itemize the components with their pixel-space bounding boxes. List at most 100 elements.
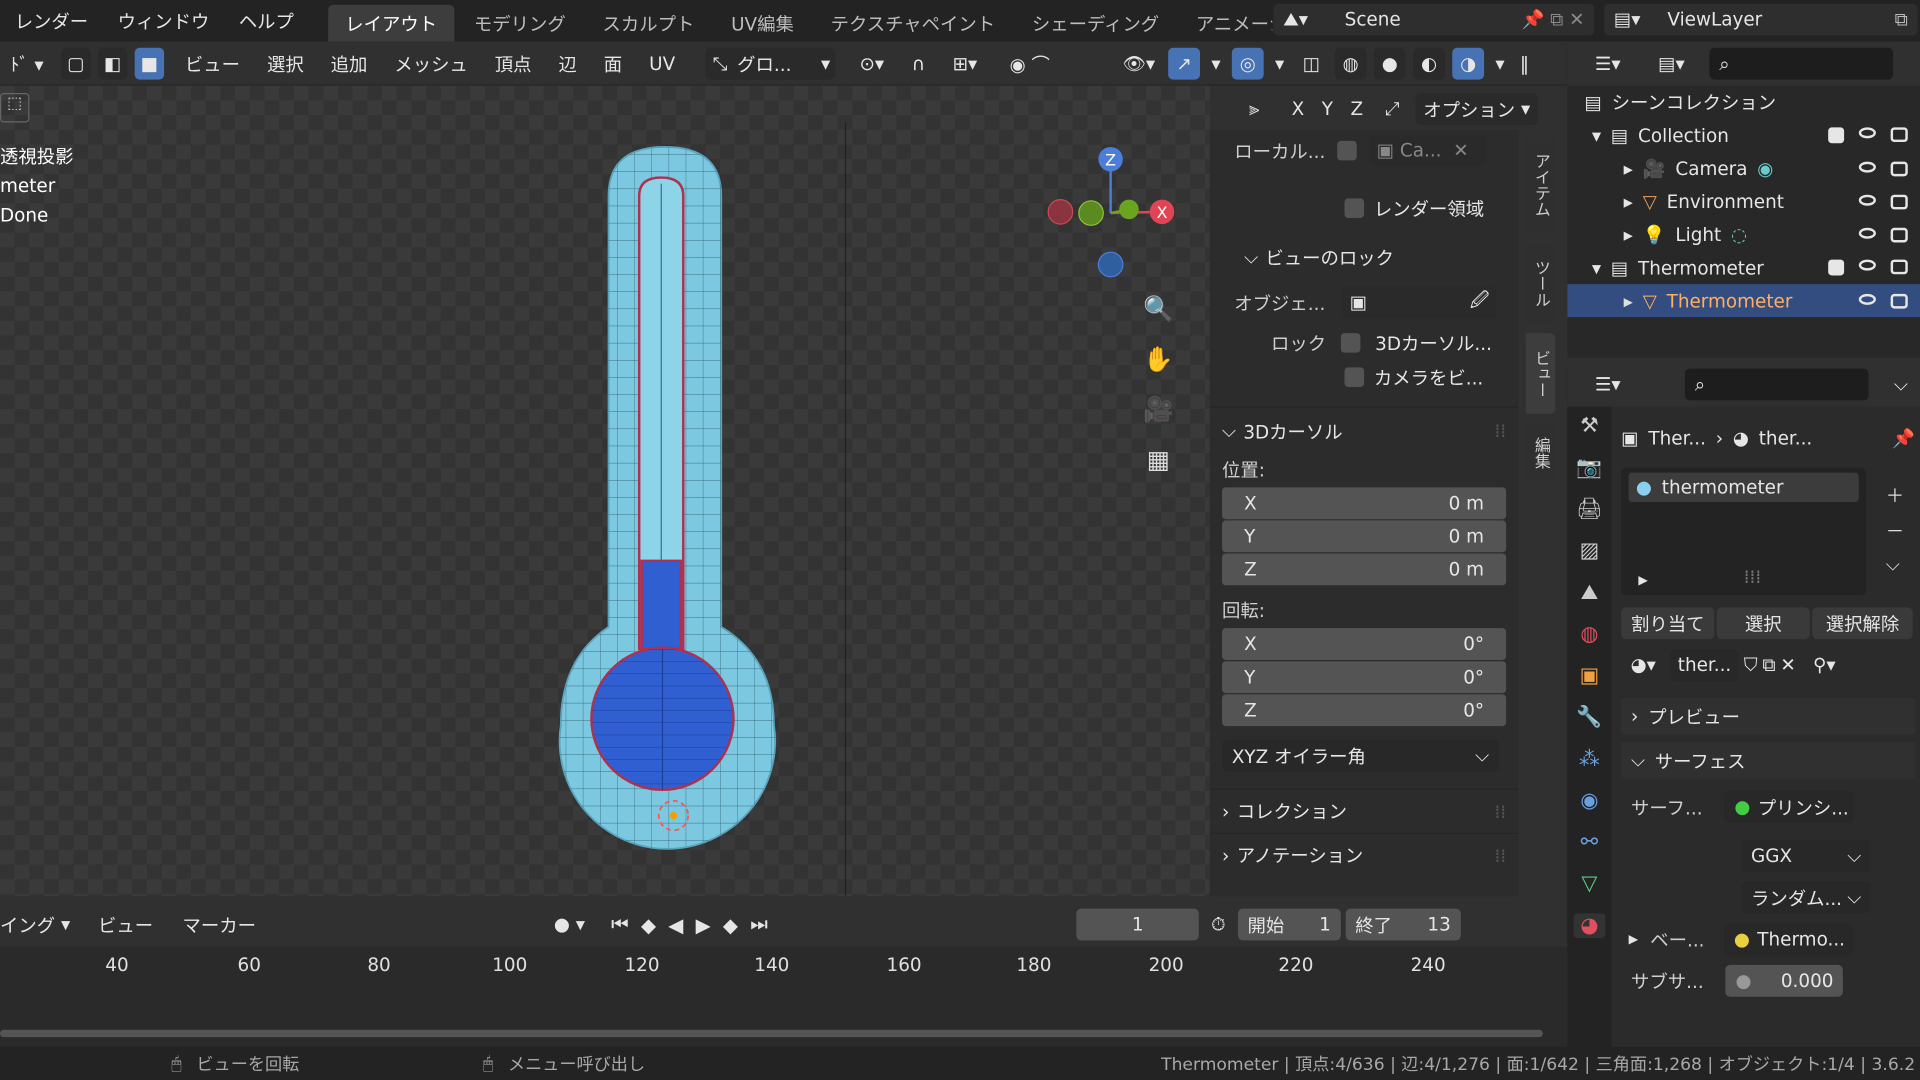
surface-section-header[interactable]: ⌵ サーフェス: [1621, 742, 1916, 779]
pin-icon[interactable]: 📌: [1892, 427, 1915, 449]
scene-collection-row[interactable]: ▤ シーンコレクション: [1567, 86, 1920, 119]
prev-keyframe-icon[interactable]: ◆: [641, 913, 656, 936]
tab-sculpt[interactable]: スカルプト: [585, 5, 711, 42]
mesh-tool-icon[interactable]: ⤢: [1374, 98, 1411, 120]
material-icon[interactable]: ◕: [1572, 913, 1606, 938]
vertex-select-icon[interactable]: ▢: [61, 47, 91, 80]
tab-texture-paint[interactable]: テクスチャペイント: [813, 5, 1012, 42]
mirror-y-button[interactable]: Y: [1315, 93, 1339, 125]
surface-shader-field[interactable]: ● プリンシ...: [1724, 791, 1855, 823]
shading-dropdown-icon[interactable]: ▾: [1491, 48, 1508, 80]
render-camera-icon[interactable]: [1890, 127, 1908, 143]
pivot-icon[interactable]: ⊙▾: [850, 48, 894, 80]
thermometer-mesh[interactable]: [0, 86, 1210, 897]
tab-item[interactable]: アイテム: [1525, 137, 1556, 233]
add-slot-icon[interactable]: ＋: [1886, 482, 1904, 508]
visibility-icon[interactable]: 👁▾: [1117, 48, 1161, 80]
properties-search-input[interactable]: ⌕: [1684, 368, 1869, 401]
outliner-editor-icon[interactable]: ☰▾: [1582, 48, 1633, 80]
outliner-row-environment[interactable]: ▸ ▽ Environment: [1567, 185, 1920, 218]
zoom-icon[interactable]: 🔍: [1139, 284, 1178, 334]
outliner-row-thermometer-object[interactable]: ▸ ▽ Thermometer: [1567, 284, 1920, 318]
playback-menu[interactable]: イング ▾: [0, 909, 83, 941]
tab-layout[interactable]: レイアウト: [328, 4, 455, 42]
remove-slot-icon[interactable]: －: [1886, 518, 1904, 544]
current-frame-field[interactable]: 1: [1076, 908, 1199, 941]
rendered-shading-icon[interactable]: ◑: [1452, 47, 1485, 80]
output-icon[interactable]: 🖨: [1576, 497, 1602, 521]
snap-icon[interactable]: ∩: [904, 48, 933, 80]
navigation-gizmo[interactable]: Z X: [1041, 142, 1188, 301]
tool-icon[interactable]: ⚒: [1580, 414, 1599, 438]
tab-view[interactable]: ビュー: [1525, 333, 1556, 414]
menu-mesh[interactable]: メッシュ: [381, 48, 481, 80]
render-icon[interactable]: 📷: [1576, 456, 1602, 480]
timeline-scrollbar[interactable]: [0, 1029, 1543, 1038]
menu-render[interactable]: レンダー: [0, 8, 103, 34]
eyedropper-icon[interactable]: 🖉: [1470, 287, 1490, 318]
render-camera-icon[interactable]: [1890, 194, 1908, 209]
subsurface-field[interactable]: ● 0.000: [1725, 964, 1844, 997]
outliner-row-thermometer-collection[interactable]: ▾ ▤ Thermometer: [1567, 251, 1920, 284]
eye-icon[interactable]: [1858, 194, 1876, 206]
chevron-down-icon[interactable]: ⌵: [1894, 373, 1908, 395]
lock-cursor-checkbox[interactable]: [1340, 333, 1361, 353]
render-camera-icon[interactable]: [1890, 227, 1908, 242]
annotation-section-header[interactable]: › アノテーション ⁞⁞: [1209, 832, 1519, 877]
menu-uv[interactable]: UV: [636, 48, 689, 80]
fake-user-icon[interactable]: ⛉: [1744, 654, 1758, 676]
start-frame-field[interactable]: 開始 1: [1237, 908, 1341, 941]
constraints-icon[interactable]: ⚯: [1581, 830, 1598, 854]
eye-icon[interactable]: [1858, 127, 1876, 139]
outliner-search-input[interactable]: ⌕: [1709, 47, 1894, 80]
overlay-toggle-icon[interactable]: ◎: [1231, 47, 1264, 80]
exclude-checkbox[interactable]: [1828, 127, 1845, 144]
editor-type-dropdown[interactable]: ﾄﾞ ▾: [0, 48, 54, 80]
transform-orientation-dropdown[interactable]: ⤡ グロ... ▾: [705, 47, 836, 80]
play-icon[interactable]: ▶: [696, 913, 711, 936]
mirror-z-button[interactable]: Z: [1345, 93, 1369, 125]
overlay-dropdown-icon[interactable]: ▾: [1271, 48, 1288, 80]
eye-icon[interactable]: [1858, 227, 1876, 239]
material-slot-list[interactable]: ● thermometer ▶ ⁞⁞⁞: [1621, 467, 1867, 596]
play-reverse-icon[interactable]: ◀: [668, 913, 683, 936]
gizmo-dropdown-icon[interactable]: ▾: [1207, 48, 1224, 80]
next-keyframe-icon[interactable]: ◆: [723, 913, 738, 936]
particles-icon[interactable]: ⁂: [1579, 747, 1600, 771]
material-name-field[interactable]: ther...: [1670, 648, 1739, 681]
scene-selector[interactable]: ⛰▾ Scene 📌 ⧉ ✕: [1273, 3, 1595, 36]
xray-icon[interactable]: ◫: [1296, 48, 1328, 80]
menu-help[interactable]: ヘルプ: [224, 8, 309, 34]
tab-uv[interactable]: UV編集: [714, 5, 811, 42]
scene-icon[interactable]: ⛰: [1581, 580, 1598, 604]
menu-face[interactable]: 面: [590, 48, 635, 80]
physics-icon[interactable]: ◉: [1580, 789, 1598, 813]
solid-shading-icon[interactable]: ●: [1373, 47, 1406, 80]
pin-icon[interactable]: 📌 ⧉ ✕: [1521, 9, 1584, 31]
unlink-icon[interactable]: ✕: [1780, 654, 1795, 676]
assign-button[interactable]: 割り当て: [1621, 607, 1715, 640]
link-icon[interactable]: ⚲▾: [1813, 654, 1836, 676]
cursor-location-y[interactable]: Y 0 m: [1222, 520, 1507, 553]
tab-modeling[interactable]: モデリング: [457, 5, 583, 42]
menu-marker[interactable]: マーカー: [168, 909, 271, 941]
tab-animation[interactable]: アニメーシ: [1179, 5, 1272, 42]
timeline-ruler[interactable]: 40 60 80 100 120 140 160 180 200 220 240: [0, 947, 1567, 996]
outliner-row-camera[interactable]: ▸ 🎥 Camera ◉: [1567, 152, 1920, 185]
3d-viewport[interactable]: ⬚ 透視投影 meter Done Z X 🔍 ✋ 🎥 ▦: [0, 85, 1210, 897]
stopwatch-icon[interactable]: ⏱: [1211, 913, 1225, 935]
material-slot-item[interactable]: ● thermometer: [1628, 472, 1859, 503]
menu-timeline-view[interactable]: ビュー: [83, 909, 168, 941]
camera-view-icon[interactable]: 🎥: [1139, 384, 1178, 434]
view-layer-icon[interactable]: ▨: [1580, 539, 1600, 563]
deselect-button[interactable]: 選択解除: [1812, 607, 1913, 640]
menu-view[interactable]: ビュー: [171, 48, 253, 80]
viewlayer-selector[interactable]: ▤▾ ViewLayer ⧉: [1604, 3, 1918, 36]
mirror-x-button[interactable]: X: [1286, 93, 1310, 125]
rotation-mode-dropdown[interactable]: XYZ オイラー角 ⌵: [1222, 739, 1499, 772]
cursor-rotation-x[interactable]: X 0°: [1222, 628, 1507, 661]
eye-icon[interactable]: [1858, 161, 1876, 173]
menu-window[interactable]: ウィンドウ: [103, 8, 224, 34]
lock-object-field[interactable]: ▣ 🖉: [1342, 286, 1497, 319]
cursor-location-z[interactable]: Z 0 m: [1222, 553, 1507, 586]
